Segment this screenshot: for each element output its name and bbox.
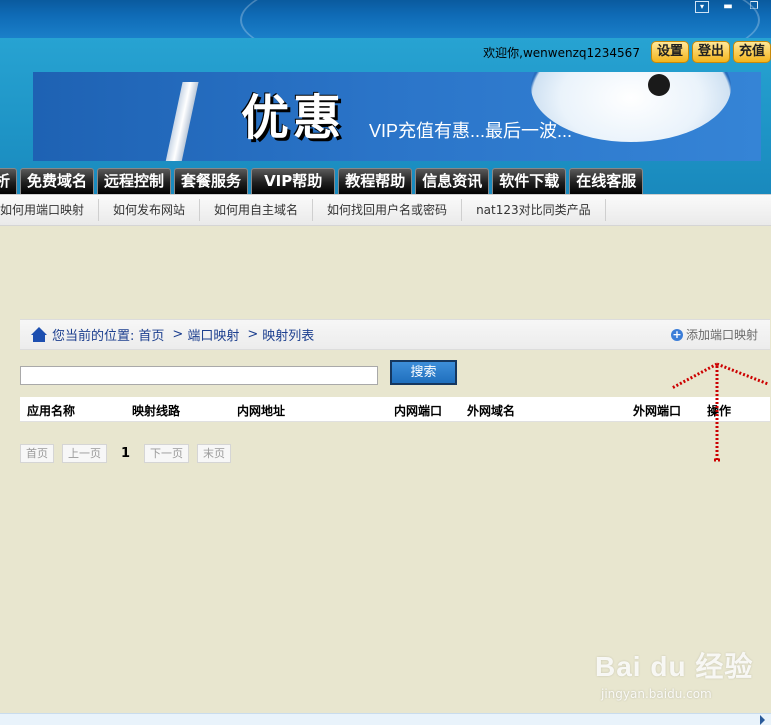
annotation-arrow-icon: [671, 362, 769, 462]
site-header: 欢迎你,wenwenzq1234567 设置 登出 充值 优惠 VIP充值有惠.…: [0, 38, 771, 194]
nav-item-analysis[interactable]: 析: [0, 168, 18, 194]
add-port-mapping-button[interactable]: + 添加端口映射: [670, 326, 758, 343]
pagination: 首页 上一页 1 下一页 末页: [20, 443, 232, 463]
breadcrumb-mapping-list[interactable]: 映射列表: [262, 325, 314, 344]
welcome-text: 欢迎你,wenwenzq1234567: [483, 45, 640, 60]
logout-button[interactable]: 登出: [691, 41, 730, 63]
next-page-button[interactable]: 下一页: [144, 443, 190, 463]
banner-pole-graphic: [163, 82, 199, 161]
subnav-recover-account[interactable]: 如何找回用户名或密码: [313, 199, 463, 221]
nav-item-remote-control[interactable]: 远程控制: [97, 168, 172, 194]
column-app-name: 应用名称: [27, 404, 76, 418]
nav-item-free-domain[interactable]: 免费域名: [20, 168, 95, 194]
watermark-url: jingyan.baidu.com: [601, 687, 712, 701]
main-nav: 析 免费域名 远程控制 套餐服务 VIP帮助 教程帮助 信息资讯 软件下载 在线…: [0, 168, 644, 194]
banner-headline: 优惠: [241, 90, 346, 146]
sub-nav: 如何用端口映射 如何发布网站 如何用自主域名 如何找回用户名或密码 nat123…: [0, 194, 771, 226]
penguin-eye-graphic: [648, 74, 670, 96]
current-page: 1: [121, 445, 131, 461]
column-lan-port: 内网端口: [394, 404, 443, 418]
plus-icon: +: [670, 327, 683, 341]
recharge-button[interactable]: 充值: [732, 41, 771, 63]
column-route: 映射线路: [132, 404, 181, 418]
subnav-port-mapping[interactable]: 如何用端口映射: [0, 199, 100, 221]
column-wan-domain: 外网域名: [467, 404, 516, 418]
minimize-icon[interactable]: ▬: [717, 0, 739, 14]
breadcrumb-port-mapping[interactable]: 端口映射: [187, 325, 239, 344]
nav-item-packages[interactable]: 套餐服务: [174, 168, 249, 194]
watermark-logo: Bai du 经验: [595, 651, 754, 682]
breadcrumb-label: 您当前的位置:: [52, 329, 135, 344]
banner-subtext: VIP充值有惠...最后一波...: [369, 121, 573, 141]
promo-banner[interactable]: 优惠 VIP充值有惠...最后一波...: [33, 72, 761, 161]
window-controls: ▾ ▬ ❐: [695, 0, 765, 14]
nav-item-online-support[interactable]: 在线客服: [569, 168, 644, 194]
breadcrumb: 您当前的位置: 首页 > 端口映射 > 映射列表 + 添加端口映射: [20, 319, 770, 350]
add-port-mapping-label: 添加端口映射: [685, 328, 758, 342]
settings-button[interactable]: 设置: [650, 41, 689, 63]
home-icon: [30, 326, 48, 344]
first-page-button[interactable]: 首页: [20, 443, 54, 463]
subnav-publish-site[interactable]: 如何发布网站: [99, 199, 201, 221]
nav-item-tutorial-help[interactable]: 教程帮助: [338, 168, 413, 194]
last-page-button[interactable]: 末页: [197, 443, 232, 463]
breadcrumb-separator: >: [247, 327, 259, 342]
user-bar: 欢迎你,wenwenzq1234567 设置 登出 充值: [483, 41, 771, 63]
prev-page-button[interactable]: 上一页: [62, 443, 107, 463]
nav-item-software-download[interactable]: 软件下载: [492, 168, 567, 194]
decorative-arc: [240, 0, 760, 38]
nav-item-vip-help[interactable]: VIP帮助: [251, 168, 336, 194]
horizontal-scrollbar[interactable]: [0, 713, 771, 725]
breadcrumb-home[interactable]: 首页: [138, 325, 164, 344]
subnav-compare-products[interactable]: nat123对比同类产品: [462, 199, 606, 221]
window-title-bar: ▾ ▬ ❐: [0, 0, 771, 38]
table-header: 应用名称 映射线路 内网地址 内网端口 外网域名 外网端口 操作: [20, 397, 770, 422]
nav-item-news[interactable]: 信息资讯: [415, 168, 490, 194]
column-lan-address: 内网地址: [237, 404, 286, 418]
menu-icon[interactable]: ▾: [695, 1, 709, 13]
baidu-watermark: Bai du 经验 jingyan.baidu.com: [595, 645, 753, 701]
scroll-right-icon[interactable]: [760, 715, 765, 725]
restore-icon[interactable]: ❐: [743, 0, 765, 14]
subnav-own-domain[interactable]: 如何用自主域名: [200, 199, 314, 221]
breadcrumb-separator: >: [172, 327, 184, 342]
search-input[interactable]: [20, 366, 378, 385]
search-button[interactable]: 搜索: [390, 360, 457, 385]
